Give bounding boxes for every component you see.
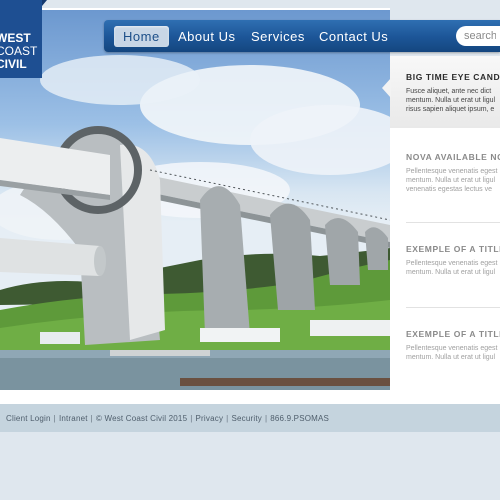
footer-separator: | — [90, 414, 93, 423]
news-item-text-line-2: mentum. Nulla ut erat ut ligul — [406, 269, 496, 276]
page: WEST COAST CIVIL Home About Us Services … — [0, 0, 500, 500]
featured-news-item[interactable]: BIG TIME EYE CANDY Fusce aliquet, ante n… — [390, 56, 500, 128]
news-sidebar: BIG TIME EYE CANDY Fusce aliquet, ante n… — [390, 56, 500, 390]
logo-fold — [42, 0, 47, 6]
nav-item-about-us[interactable]: About Us — [178, 26, 235, 47]
featured-text-line-3: risus sapien aliquet ipsum, e — [406, 106, 495, 113]
main-nav: Home About Us Services Contact Us — [104, 20, 500, 52]
news-item-text-line-2: mentum. Nulla ut erat ut ligul — [406, 354, 496, 361]
footer-separator: | — [53, 414, 56, 423]
featured-pointer — [382, 78, 391, 98]
search-input[interactable] — [456, 26, 500, 46]
footer: Client Login | Intranet | © West Coast Civil… — [0, 404, 500, 432]
nav-item-services[interactable]: Services — [251, 26, 305, 47]
footer-separator: | — [190, 414, 193, 423]
content-bottom-strip — [0, 390, 500, 404]
footer-link-intranet[interactable]: Intranet — [59, 414, 88, 423]
footer-phone: 866.9.PSOMAS — [270, 414, 330, 423]
news-item-title: EXEMPLE OF A TITLE — [406, 329, 500, 339]
logo[interactable]: WEST COAST CIVIL — [0, 0, 42, 78]
footer-separator: | — [264, 414, 268, 423]
nav-item-contact-us[interactable]: Contact Us — [319, 26, 388, 47]
logo-line-3: CIVIL — [0, 57, 27, 71]
news-item-title: EXEMPLE OF A TITLE — [406, 244, 500, 254]
sidebar-divider — [406, 222, 500, 223]
footer-copyright: © West Coast Civil 2015 — [95, 414, 188, 423]
footer-link-privacy[interactable]: Privacy — [196, 414, 224, 423]
footer-link-client-login[interactable]: Client Login — [6, 414, 51, 423]
logo-text: WEST COAST CIVIL — [0, 32, 42, 71]
featured-title: BIG TIME EYE CANDY — [406, 72, 500, 82]
footer-separator: | — [226, 414, 229, 423]
footer-links: Client Login | Intranet | © West Coast Civil… — [6, 414, 329, 423]
hero-image — [0, 8, 390, 390]
falkirk-wheel-photo — [0, 55, 390, 390]
news-item-text-line-3: venenatis egestas lectus ve — [406, 186, 492, 193]
nav-item-home[interactable]: Home — [114, 26, 169, 47]
sidebar-divider — [406, 307, 500, 308]
footer-link-security[interactable]: Security — [231, 414, 262, 423]
news-item-title: NOVA AVAILABLE NOW — [406, 152, 500, 162]
